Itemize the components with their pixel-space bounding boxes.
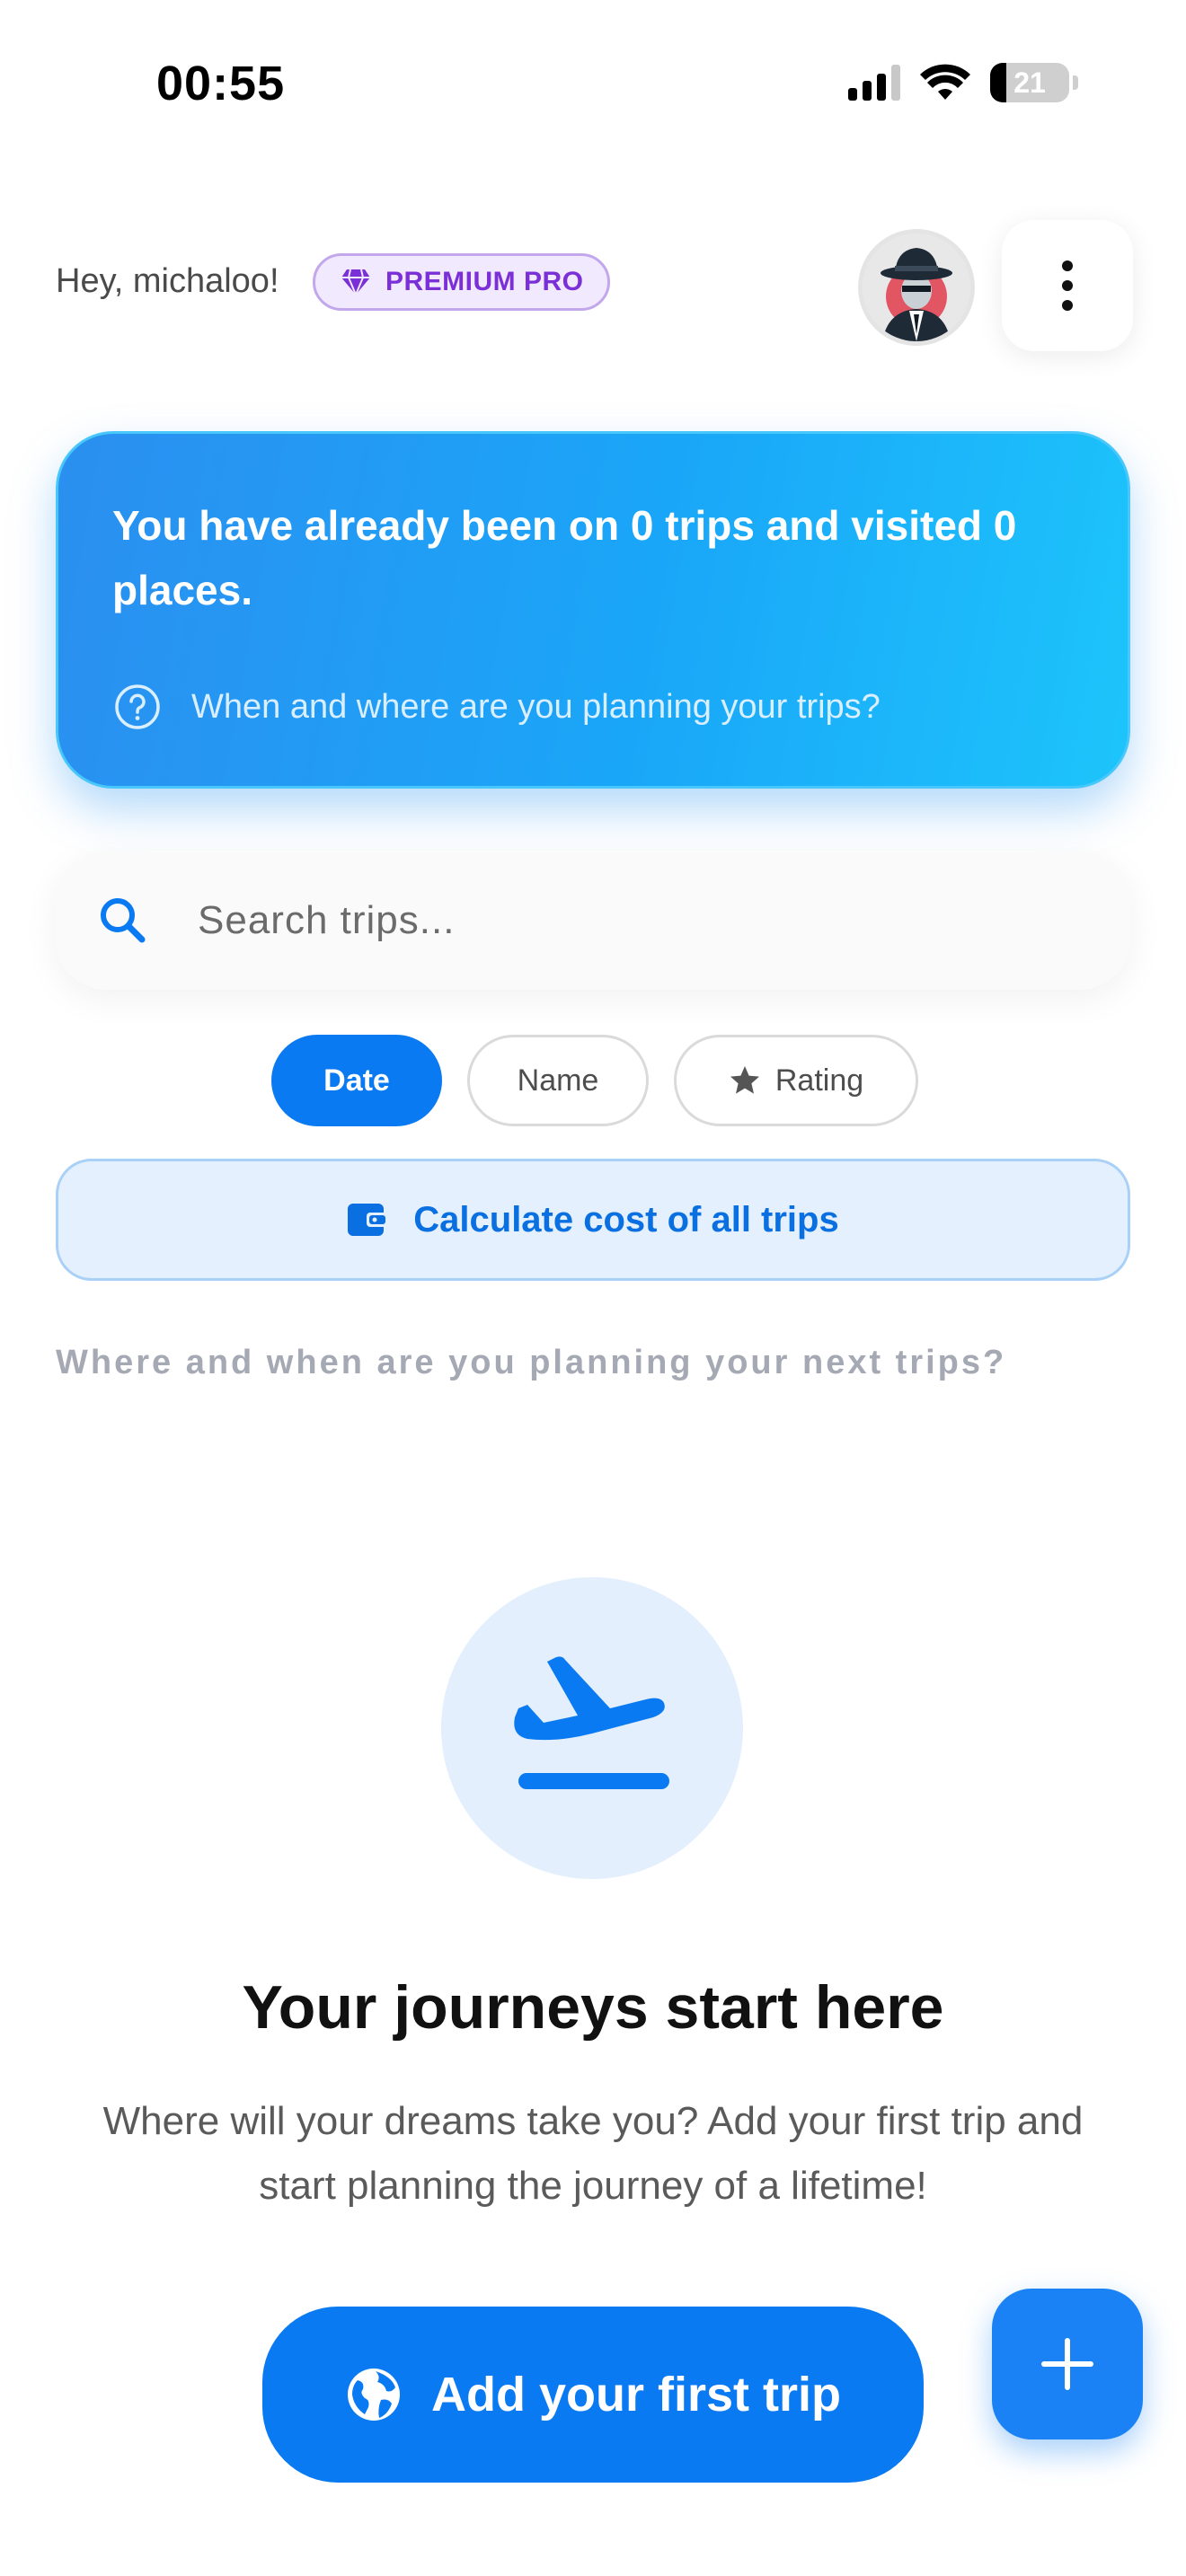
section-caption: Where and when are you planning your nex… — [56, 1344, 1007, 1381]
add-first-trip-label: Add your first trip — [431, 2368, 841, 2422]
gem-icon — [341, 269, 370, 296]
trips-stats-card: You have already been on 0 trips and vis… — [56, 431, 1130, 789]
stats-hint[interactable]: When and where are you planning your tri… — [114, 684, 881, 730]
sort-chip-rating-label: Rating — [774, 1063, 864, 1098]
plus-icon — [1041, 2338, 1093, 2390]
empty-state-description: Where will your dreams take you? Add you… — [102, 2099, 1084, 2208]
empty-state-title: Your journeys start here — [242, 1973, 944, 2042]
stats-hint-text: When and where are you planning your tri… — [191, 687, 881, 726]
globe-icon — [348, 2369, 400, 2421]
more-vertical-icon — [1062, 260, 1073, 271]
battery-icon: 21 — [990, 63, 1069, 102]
avatar-detective-icon — [863, 234, 970, 341]
calculate-cost-button[interactable]: Calculate cost of all trips — [56, 1159, 1130, 1281]
premium-label: PREMIUM PRO — [385, 267, 584, 296]
battery-cap — [1073, 75, 1078, 90]
signal-icon — [848, 65, 900, 101]
sort-chips: Date Name Rating — [271, 1035, 918, 1126]
status-icons: 21 — [848, 63, 1078, 102]
more-menu-button[interactable] — [1002, 220, 1133, 351]
calculate-cost-label: Calculate cost of all trips — [413, 1199, 839, 1239]
empty-state-illustration — [441, 1577, 743, 1879]
sort-chip-rating[interactable]: Rating — [674, 1035, 918, 1126]
search-input[interactable] — [198, 851, 1078, 990]
star-icon — [730, 1066, 759, 1094]
plane-takeoff-icon — [514, 1656, 669, 1789]
help-circle-icon — [115, 684, 160, 729]
stats-title: You have already been on 0 trips and vis… — [112, 502, 1017, 613]
premium-badge[interactable]: PREMIUM PRO — [313, 253, 610, 311]
add-first-trip-button[interactable]: Add your first trip — [262, 2307, 924, 2483]
wifi-icon — [920, 64, 970, 100]
avatar[interactable] — [858, 229, 975, 346]
status-time: 00:55 — [156, 57, 286, 110]
greeting-text: Hey, michaloo! — [56, 262, 279, 300]
search-icon — [101, 898, 146, 943]
add-trip-fab[interactable] — [992, 2289, 1143, 2439]
search-box[interactable] — [56, 851, 1130, 990]
battery-level: 21 — [1013, 66, 1046, 99]
sort-chip-date[interactable]: Date — [271, 1035, 442, 1126]
status-bar: 00:55 21 — [0, 0, 1186, 171]
sort-chip-name[interactable]: Name — [467, 1035, 649, 1126]
wallet-icon — [348, 1204, 389, 1236]
